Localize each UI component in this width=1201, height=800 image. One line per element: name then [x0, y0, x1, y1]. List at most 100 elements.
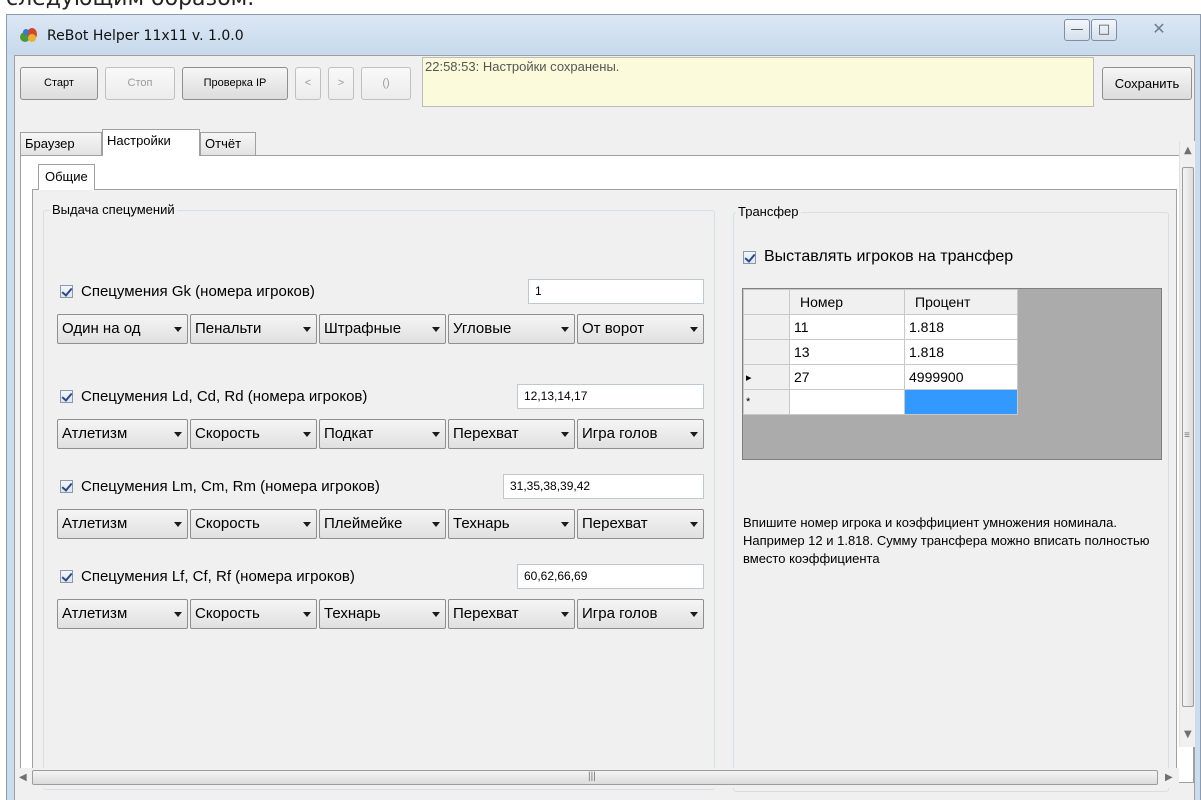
defender-skill-combo-1[interactable]: Атлетизм — [57, 419, 188, 449]
defender-skill-combo-2[interactable]: Скорость — [190, 419, 317, 449]
number-cell[interactable]: 13 — [789, 339, 905, 365]
scroll-down-icon[interactable]: ▼ — [1184, 729, 1192, 740]
app-logo-icon — [20, 28, 37, 42]
checkbox-checked-icon — [60, 569, 73, 583]
start-button[interactable]: Старт — [20, 67, 98, 100]
current-row-arrow-icon[interactable]: ▸ — [743, 364, 790, 390]
transfer-grid[interactable]: Номер Процент 11 1.818 13 1.818 ▸ 27 499… — [742, 288, 1162, 460]
table-row[interactable]: ▸ 27 4999900 — [743, 364, 1018, 390]
new-row[interactable]: * — [743, 389, 1018, 415]
table-row[interactable]: 13 1.818 — [743, 339, 1018, 365]
forward-skill-combo-4[interactable]: Перехват — [448, 599, 575, 629]
gk-skill-combo-5[interactable]: От ворот — [577, 314, 704, 344]
scroll-up-icon[interactable]: ▲ — [1184, 145, 1192, 156]
row-header[interactable] — [743, 314, 790, 340]
combo-value: Штрафные — [324, 320, 402, 337]
chevron-down-icon — [301, 315, 313, 343]
forward-skills-label: Спецумения Lf, Cf, Rf (номера игроков) — [81, 567, 355, 585]
combo-value: Один на од — [62, 320, 141, 337]
forward-skill-combo-2[interactable]: Скорость — [190, 599, 317, 629]
midfielder-skills-label: Спецумения Lm, Cm, Rm (номера игроков) — [81, 477, 380, 495]
gk-skill-combo-4[interactable]: Угловые — [448, 314, 575, 344]
prev-button[interactable]: < — [295, 67, 321, 100]
combo-value: Скорость — [195, 605, 260, 622]
chevron-down-icon — [430, 420, 442, 448]
scroll-right-icon[interactable]: ▶ — [1165, 772, 1173, 783]
chevron-down-icon — [172, 420, 184, 448]
chevron-down-icon — [172, 315, 184, 343]
chevron-down-icon — [172, 510, 184, 538]
gk-players-input[interactable]: 1 — [528, 279, 704, 304]
special-skills-title: Выдача спецумений — [50, 202, 177, 217]
forward-skill-combo-5[interactable]: Игра голов — [577, 599, 704, 629]
chevron-down-icon — [688, 420, 700, 448]
combo-value: Атлетизм — [62, 515, 128, 532]
forward-skills-checkbox[interactable]: Спецумения Lf, Cf, Rf (номера игроков) — [60, 566, 355, 586]
paren-button[interactable]: () — [361, 67, 411, 100]
midfielder-players-input[interactable]: 31,35,38,39,42 — [503, 474, 704, 499]
status-message: 22:58:53: Настройки сохранены. — [422, 57, 1094, 107]
horizontal-scroll-thumb[interactable]: ||| — [32, 770, 1158, 785]
percent-cell[interactable]: 1.818 — [904, 314, 1018, 340]
maximize-button[interactable]: □ — [1091, 19, 1117, 41]
midfielder-skill-combo-3[interactable]: Плеймейке — [319, 509, 446, 539]
forward-skill-combo-3[interactable]: Технарь — [319, 599, 446, 629]
midfielder-skills-checkbox[interactable]: Спецумения Lm, Cm, Rm (номера игроков) — [60, 476, 380, 496]
new-row-asterisk-icon[interactable]: * — [743, 389, 790, 415]
forward-skill-combo-1[interactable]: Атлетизм — [57, 599, 188, 629]
save-button[interactable]: Сохранить — [1102, 67, 1192, 100]
stop-button[interactable]: Стоп — [105, 67, 175, 100]
close-button[interactable]: ✕ — [1135, 19, 1183, 41]
percent-cell-selected[interactable] — [904, 389, 1018, 415]
gk-skill-combo-1[interactable]: Один на од — [57, 314, 188, 344]
title-bar: ReBot Helper 11x11 v. 1.0.0 — □ ✕ — [7, 15, 1200, 55]
check-ip-button[interactable]: Проверка IP — [182, 67, 288, 100]
column-header-number[interactable]: Номер — [789, 289, 905, 315]
gk-skill-combo-3[interactable]: Штрафные — [319, 314, 446, 344]
grip-icon: ||| — [588, 771, 596, 782]
gk-skill-combo-2[interactable]: Пенальти — [190, 314, 317, 344]
defender-skill-combo-3[interactable]: Подкат — [319, 419, 446, 449]
background-caption: следующим образом. — [6, 0, 254, 11]
minimize-button[interactable]: — — [1064, 19, 1090, 41]
defender-skill-combo-4[interactable]: Перехват — [448, 419, 575, 449]
combo-value: Скорость — [195, 425, 260, 442]
defender-skills-checkbox[interactable]: Спецумения Ld, Cd, Rd (номера игроков) — [60, 386, 367, 406]
general-subpage: Выдача спецумений Спецумения Gk (номера … — [32, 189, 1177, 792]
checkbox-checked-icon — [743, 250, 756, 264]
horizontal-scrollbar[interactable]: ◀ ||| ▶ — [15, 768, 1179, 788]
combo-value: Игра голов — [582, 425, 658, 442]
combo-value: Пенальти — [195, 320, 262, 337]
transfer-table: Номер Процент 11 1.818 13 1.818 ▸ 27 499… — [743, 289, 1018, 415]
combo-value: От ворот — [582, 320, 645, 337]
percent-cell[interactable]: 1.818 — [904, 339, 1018, 365]
column-header-percent[interactable]: Процент — [904, 289, 1018, 315]
number-cell[interactable]: 11 — [789, 314, 905, 340]
tab-browser[interactable]: Браузер — [20, 132, 102, 156]
checkbox-checked-icon — [60, 389, 73, 403]
transfer-checkbox[interactable]: Выставлять игроков на трансфер — [743, 247, 1013, 267]
row-header[interactable] — [743, 339, 790, 365]
midfielder-skill-combo-1[interactable]: Атлетизм — [57, 509, 188, 539]
combo-value: Игра голов — [582, 605, 658, 622]
next-button[interactable]: > — [328, 67, 354, 100]
scroll-left-icon[interactable]: ◀ — [19, 772, 27, 783]
percent-cell[interactable]: 4999900 — [904, 364, 1018, 390]
defender-skill-combo-5[interactable]: Игра голов — [577, 419, 704, 449]
subtab-general[interactable]: Общие — [38, 164, 95, 190]
vertical-scroll-thumb[interactable]: ≡ — [1182, 167, 1194, 707]
gk-skills-checkbox[interactable]: Спецумения Gk (номера игроков) — [60, 281, 315, 301]
midfielder-skill-combo-2[interactable]: Скорость — [190, 509, 317, 539]
number-cell[interactable] — [789, 389, 905, 415]
vertical-scrollbar[interactable]: ▲ ≡ ▼ — [1179, 141, 1195, 747]
tab-report[interactable]: Отчёт — [200, 132, 256, 156]
midfielder-skill-combo-5[interactable]: Перехват — [577, 509, 704, 539]
midfielder-skill-combo-4[interactable]: Технарь — [448, 509, 575, 539]
forward-players-input[interactable]: 60,62,66,69 — [517, 564, 704, 589]
table-header-row: Номер Процент — [743, 289, 1018, 315]
table-row[interactable]: 11 1.818 — [743, 314, 1018, 340]
number-cell[interactable]: 27 — [789, 364, 905, 390]
row-header-corner — [743, 289, 790, 315]
defender-players-input[interactable]: 12,13,14,17 — [517, 384, 704, 409]
tab-settings[interactable]: Настройки — [102, 129, 200, 156]
